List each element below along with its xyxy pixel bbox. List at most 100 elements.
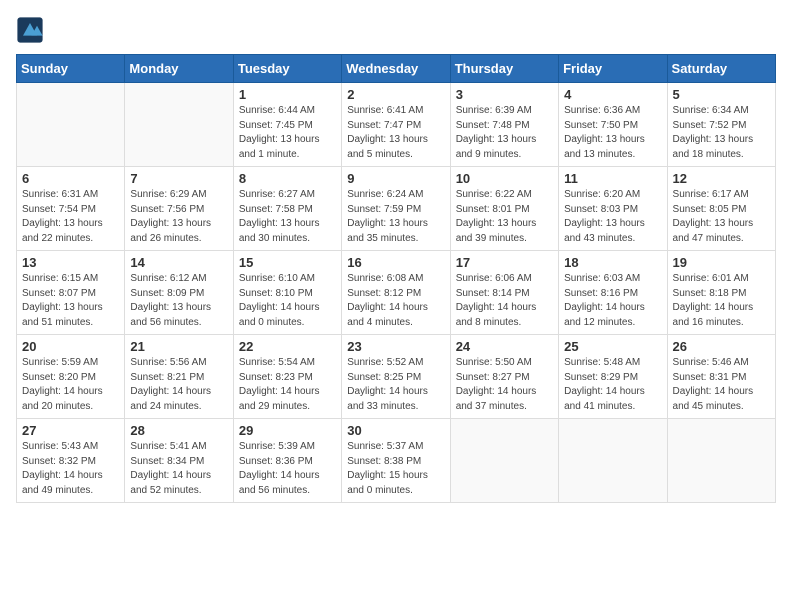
day-number: 15 — [239, 255, 336, 270]
day-info: Sunrise: 5:59 AM Sunset: 8:20 PM Dayligh… — [22, 356, 119, 414]
day-info: Sunrise: 5:43 AM Sunset: 8:32 PM Dayligh… — [22, 440, 119, 498]
calendar-cell: 21 Sunrise: 5:56 AM Sunset: 8:21 PM Dayli… — [125, 335, 233, 419]
day-number: 24 — [456, 339, 553, 354]
calendar-cell: 19 Sunrise: 6:01 AM Sunset: 8:18 PM Dayli… — [667, 251, 775, 335]
day-number: 17 — [456, 255, 553, 270]
calendar-cell: 1 Sunrise: 6:44 AM Sunset: 7:45 PM Daylig… — [233, 83, 341, 167]
calendar-cell: 6Sunrise: 6:31 AM Sunset: 7:54 PM Daylig… — [17, 167, 125, 251]
calendar-cell — [125, 83, 233, 167]
calendar-body: 1 Sunrise: 6:44 AM Sunset: 7:45 PM Daylig… — [17, 83, 776, 503]
day-number: 19 — [673, 255, 770, 270]
calendar-cell: 4Sunrise: 6:36 AM Sunset: 7:50 PM Daylig… — [559, 83, 667, 167]
calendar-cell: 17 Sunrise: 6:06 AM Sunset: 8:14 PM Dayli… — [450, 251, 558, 335]
weekday-header-row: SundayMondayTuesdayWednesdayThursdayFrid… — [17, 55, 776, 83]
day-number: 7 — [130, 171, 227, 186]
weekday-header-cell: Saturday — [667, 55, 775, 83]
calendar-week-row: 27 Sunrise: 5:43 AM Sunset: 8:32 PM Dayli… — [17, 419, 776, 503]
calendar-cell — [17, 83, 125, 167]
day-info: Sunrise: 6:27 AM Sunset: 7:58 PM Dayligh… — [239, 188, 336, 246]
day-info: Sunrise: 6:03 AM Sunset: 8:16 PM Dayligh… — [564, 272, 661, 330]
day-info: Sunrise: 6:34 AM Sunset: 7:52 PM Dayligh… — [673, 104, 770, 162]
calendar-cell: 26Sunrise: 5:46 AM Sunset: 8:31 PM Dayli… — [667, 335, 775, 419]
calendar-cell: 2 Sunrise: 6:41 AM Sunset: 7:47 PM Daylig… — [342, 83, 450, 167]
weekday-header-cell: Sunday — [17, 55, 125, 83]
day-number: 26 — [673, 339, 770, 354]
day-number: 21 — [130, 339, 227, 354]
day-info: Sunrise: 6:20 AM Sunset: 8:03 PM Dayligh… — [564, 188, 661, 246]
calendar-cell: 3 Sunrise: 6:39 AM Sunset: 7:48 PM Daylig… — [450, 83, 558, 167]
calendar-cell: 13 Sunrise: 6:15 AM Sunset: 8:07 PM Dayli… — [17, 251, 125, 335]
calendar-cell: 11 Sunrise: 6:20 AM Sunset: 8:03 PM Dayli… — [559, 167, 667, 251]
calendar-cell: 23 Sunrise: 5:52 AM Sunset: 8:25 PM Dayli… — [342, 335, 450, 419]
calendar-cell: 5 Sunrise: 6:34 AM Sunset: 7:52 PM Daylig… — [667, 83, 775, 167]
day-info: Sunrise: 5:41 AM Sunset: 8:34 PM Dayligh… — [130, 440, 227, 498]
calendar-cell — [667, 419, 775, 503]
day-info: Sunrise: 5:48 AM Sunset: 8:29 PM Dayligh… — [564, 356, 661, 414]
day-number: 1 — [239, 87, 336, 102]
weekday-header-cell: Monday — [125, 55, 233, 83]
day-number: 28 — [130, 423, 227, 438]
calendar-cell: 30Sunrise: 5:37 AM Sunset: 8:38 PM Dayli… — [342, 419, 450, 503]
day-info: Sunrise: 6:08 AM Sunset: 8:12 PM Dayligh… — [347, 272, 444, 330]
calendar-cell: 29 Sunrise: 5:39 AM Sunset: 8:36 PM Dayli… — [233, 419, 341, 503]
day-number: 5 — [673, 87, 770, 102]
day-info: Sunrise: 5:37 AM Sunset: 8:38 PM Dayligh… — [347, 440, 444, 498]
calendar-cell: 9 Sunrise: 6:24 AM Sunset: 7:59 PM Daylig… — [342, 167, 450, 251]
calendar-cell: 12 Sunrise: 6:17 AM Sunset: 8:05 PM Dayli… — [667, 167, 775, 251]
weekday-header-cell: Tuesday — [233, 55, 341, 83]
day-number: 14 — [130, 255, 227, 270]
calendar: SundayMondayTuesdayWednesdayThursdayFrid… — [16, 54, 776, 503]
calendar-cell — [450, 419, 558, 503]
logo-icon — [16, 16, 44, 44]
day-number: 13 — [22, 255, 119, 270]
day-number: 8 — [239, 171, 336, 186]
day-info: Sunrise: 6:29 AM Sunset: 7:56 PM Dayligh… — [130, 188, 227, 246]
day-info: Sunrise: 6:06 AM Sunset: 8:14 PM Dayligh… — [456, 272, 553, 330]
day-number: 9 — [347, 171, 444, 186]
day-number: 12 — [673, 171, 770, 186]
day-number: 25 — [564, 339, 661, 354]
day-info: Sunrise: 5:52 AM Sunset: 8:25 PM Dayligh… — [347, 356, 444, 414]
calendar-cell: 22 Sunrise: 5:54 AM Sunset: 8:23 PM Dayli… — [233, 335, 341, 419]
calendar-cell: 16Sunrise: 6:08 AM Sunset: 8:12 PM Dayli… — [342, 251, 450, 335]
day-info: Sunrise: 5:54 AM Sunset: 8:23 PM Dayligh… — [239, 356, 336, 414]
day-number: 2 — [347, 87, 444, 102]
day-info: Sunrise: 6:22 AM Sunset: 8:01 PM Dayligh… — [456, 188, 553, 246]
day-number: 20 — [22, 339, 119, 354]
day-info: Sunrise: 6:44 AM Sunset: 7:45 PM Dayligh… — [239, 104, 336, 162]
day-info: Sunrise: 6:39 AM Sunset: 7:48 PM Dayligh… — [456, 104, 553, 162]
day-number: 11 — [564, 171, 661, 186]
calendar-cell — [559, 419, 667, 503]
calendar-cell: 24 Sunrise: 5:50 AM Sunset: 8:27 PM Dayli… — [450, 335, 558, 419]
weekday-header-cell: Friday — [559, 55, 667, 83]
day-number: 29 — [239, 423, 336, 438]
calendar-cell: 15 Sunrise: 6:10 AM Sunset: 8:10 PM Dayli… — [233, 251, 341, 335]
day-number: 3 — [456, 87, 553, 102]
day-info: Sunrise: 6:12 AM Sunset: 8:09 PM Dayligh… — [130, 272, 227, 330]
day-info: Sunrise: 5:39 AM Sunset: 8:36 PM Dayligh… — [239, 440, 336, 498]
day-info: Sunrise: 6:01 AM Sunset: 8:18 PM Dayligh… — [673, 272, 770, 330]
day-number: 27 — [22, 423, 119, 438]
day-number: 23 — [347, 339, 444, 354]
day-number: 10 — [456, 171, 553, 186]
day-info: Sunrise: 6:41 AM Sunset: 7:47 PM Dayligh… — [347, 104, 444, 162]
weekday-header-cell: Wednesday — [342, 55, 450, 83]
calendar-cell: 25 Sunrise: 5:48 AM Sunset: 8:29 PM Dayli… — [559, 335, 667, 419]
calendar-cell: 18 Sunrise: 6:03 AM Sunset: 8:16 PM Dayli… — [559, 251, 667, 335]
weekday-header-cell: Thursday — [450, 55, 558, 83]
calendar-week-row: 6Sunrise: 6:31 AM Sunset: 7:54 PM Daylig… — [17, 167, 776, 251]
day-info: Sunrise: 6:24 AM Sunset: 7:59 PM Dayligh… — [347, 188, 444, 246]
day-info: Sunrise: 6:15 AM Sunset: 8:07 PM Dayligh… — [22, 272, 119, 330]
calendar-cell: 28 Sunrise: 5:41 AM Sunset: 8:34 PM Dayli… — [125, 419, 233, 503]
day-number: 18 — [564, 255, 661, 270]
day-info: Sunrise: 5:50 AM Sunset: 8:27 PM Dayligh… — [456, 356, 553, 414]
day-info: Sunrise: 6:17 AM Sunset: 8:05 PM Dayligh… — [673, 188, 770, 246]
day-info: Sunrise: 6:36 AM Sunset: 7:50 PM Dayligh… — [564, 104, 661, 162]
calendar-cell: 8 Sunrise: 6:27 AM Sunset: 7:58 PM Daylig… — [233, 167, 341, 251]
day-info: Sunrise: 5:56 AM Sunset: 8:21 PM Dayligh… — [130, 356, 227, 414]
calendar-cell: 7 Sunrise: 6:29 AM Sunset: 7:56 PM Daylig… — [125, 167, 233, 251]
day-number: 6 — [22, 171, 119, 186]
day-number: 22 — [239, 339, 336, 354]
day-info: Sunrise: 6:10 AM Sunset: 8:10 PM Dayligh… — [239, 272, 336, 330]
calendar-week-row: 13 Sunrise: 6:15 AM Sunset: 8:07 PM Dayli… — [17, 251, 776, 335]
